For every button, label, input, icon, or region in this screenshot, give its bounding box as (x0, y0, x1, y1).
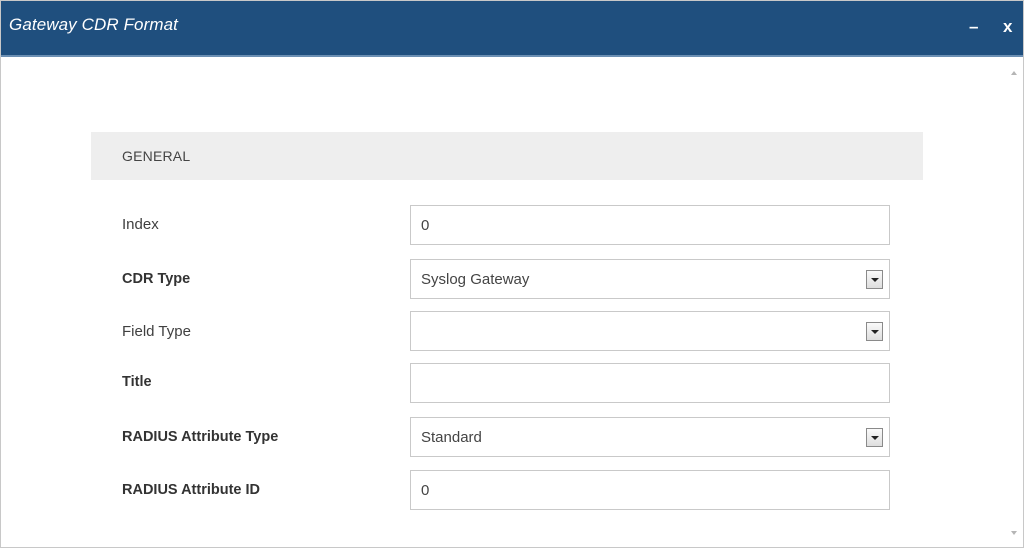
chevron-down-icon (871, 278, 879, 282)
section-header-general[interactable]: GENERAL (91, 132, 923, 180)
close-button[interactable]: x (1003, 17, 1012, 37)
radius-attribute-type-dropdown-button[interactable] (866, 428, 883, 447)
radius-attribute-type-select[interactable]: Standard (410, 417, 890, 457)
dialog-title: Gateway CDR Format (9, 15, 179, 34)
title-bar[interactable]: Gateway CDR Format – x (1, 1, 1023, 57)
chevron-down-icon (871, 330, 879, 334)
scroll-down-icon[interactable] (1011, 531, 1017, 535)
index-value: 0 (421, 217, 430, 234)
minimize-button[interactable]: – (969, 17, 978, 37)
cdr-type-select[interactable]: Syslog Gateway (410, 259, 890, 299)
scroll-up-icon[interactable] (1011, 71, 1017, 75)
index-input[interactable]: 0 (410, 205, 890, 245)
field-type-select[interactable] (410, 311, 890, 351)
radius-attribute-type-label: RADIUS Attribute Type (122, 429, 279, 445)
field-type-dropdown-button[interactable] (866, 322, 883, 341)
cdr-type-dropdown-button[interactable] (866, 270, 883, 289)
title-label: Title (122, 374, 152, 390)
field-type-label: Field Type (122, 323, 191, 340)
chevron-down-icon (871, 436, 879, 440)
section-title: GENERAL (122, 148, 191, 164)
index-label: Index (122, 216, 159, 233)
vertical-scrollbar[interactable] (1006, 57, 1022, 547)
radius-attribute-type-value: Standard (421, 429, 482, 446)
gateway-cdr-format-dialog: Gateway CDR Format – x GENERAL Index 0 C… (0, 0, 1024, 548)
cdr-type-value: Syslog Gateway (421, 271, 530, 288)
radius-attribute-id-label: RADIUS Attribute ID (122, 482, 261, 498)
radius-attribute-id-input[interactable]: 0 (410, 470, 890, 510)
radius-attribute-id-value: 0 (421, 482, 430, 499)
title-input[interactable] (410, 363, 890, 403)
cdr-type-label: CDR Type (122, 271, 191, 287)
